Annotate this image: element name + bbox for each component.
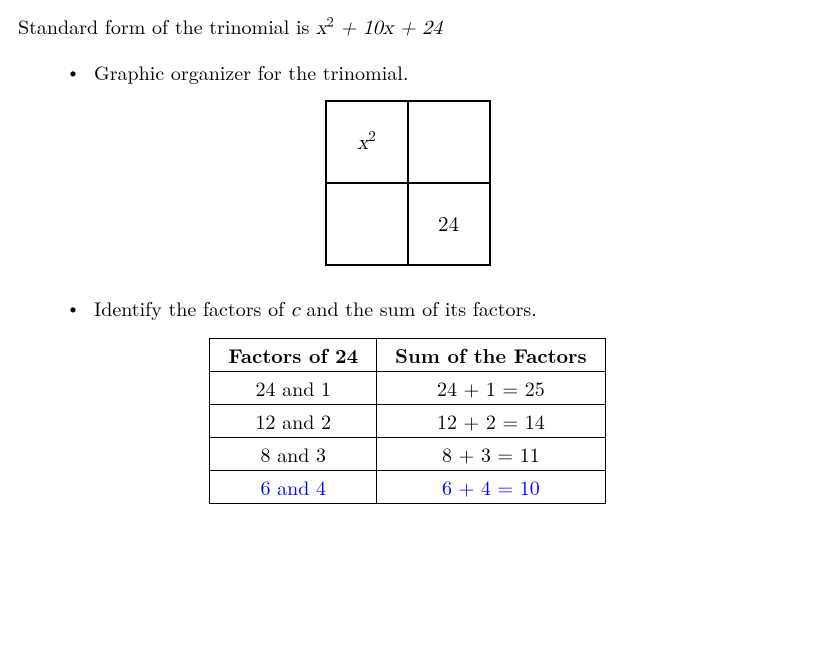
grid-cell-bl — [326, 183, 408, 265]
bullet-icon: • — [66, 58, 80, 85]
table-cell-factors: 12 and 2 — [210, 405, 377, 438]
table-row: 12 and 212 + 2 = 14 — [210, 405, 605, 438]
term-x: x — [316, 18, 327, 38]
table-body: 24 and 124 + 1 = 2512 and 212 + 2 = 148 … — [210, 372, 605, 504]
table-cell-sum: 12 + 2 = 14 — [377, 405, 605, 438]
table-cell-sum: 6 + 4 = 10 — [377, 471, 605, 504]
grid-cell-br: 24 — [408, 183, 490, 265]
table-header-sum: Sum of the Factors — [377, 339, 605, 372]
intro-line: Standard form of the trinomial is x2 + 1… — [18, 12, 797, 42]
table-cell-sum: 24 + 1 = 25 — [377, 372, 605, 405]
grid-tl-var: x — [357, 133, 368, 154]
bullet-2-post: and the sum of its factors. — [300, 293, 537, 322]
grid-cell-tr — [408, 101, 490, 183]
bullet-2-text: Identify the factors of c and the sum of… — [94, 294, 797, 324]
bullet-2-pre: Identify the factors of — [94, 293, 291, 322]
table-header-row: Factors of 24 Sum of the Factors — [210, 339, 605, 372]
table-row: 6 and 46 + 4 = 10 — [210, 471, 605, 504]
factors-table: Factors of 24 Sum of the Factors 24 and … — [209, 338, 605, 504]
grid-cell-tl: x2 — [326, 101, 408, 183]
bullet-1-text: Graphic organizer for the trinomial. — [94, 58, 797, 86]
bullet-1: • Graphic organizer for the trinomial. — [66, 58, 797, 86]
table-cell-factors: 8 and 3 — [210, 438, 377, 471]
graphic-organizer-grid: x2 24 — [325, 100, 491, 266]
bullet-2: • Identify the factors of c and the sum … — [66, 294, 797, 324]
grid-tl-exp: 2 — [368, 129, 376, 144]
table-cell-factors: 6 and 4 — [210, 471, 377, 504]
bullet-icon: • — [66, 294, 80, 321]
bullet-2-var: c — [291, 300, 300, 320]
table-header-factors: Factors of 24 — [210, 339, 377, 372]
intro-prefix: Standard form of the trinomial is — [18, 11, 316, 40]
term-rest: + 10x + 24 — [334, 18, 442, 38]
table-row: 8 and 38 + 3 = 11 — [210, 438, 605, 471]
intro-trinomial: x2 + 10x + 24 — [316, 18, 442, 38]
table-cell-factors: 24 and 1 — [210, 372, 377, 405]
table-row: 24 and 124 + 1 = 25 — [210, 372, 605, 405]
term-exp: 2 — [327, 14, 334, 29]
table-cell-sum: 8 + 3 = 11 — [377, 438, 605, 471]
